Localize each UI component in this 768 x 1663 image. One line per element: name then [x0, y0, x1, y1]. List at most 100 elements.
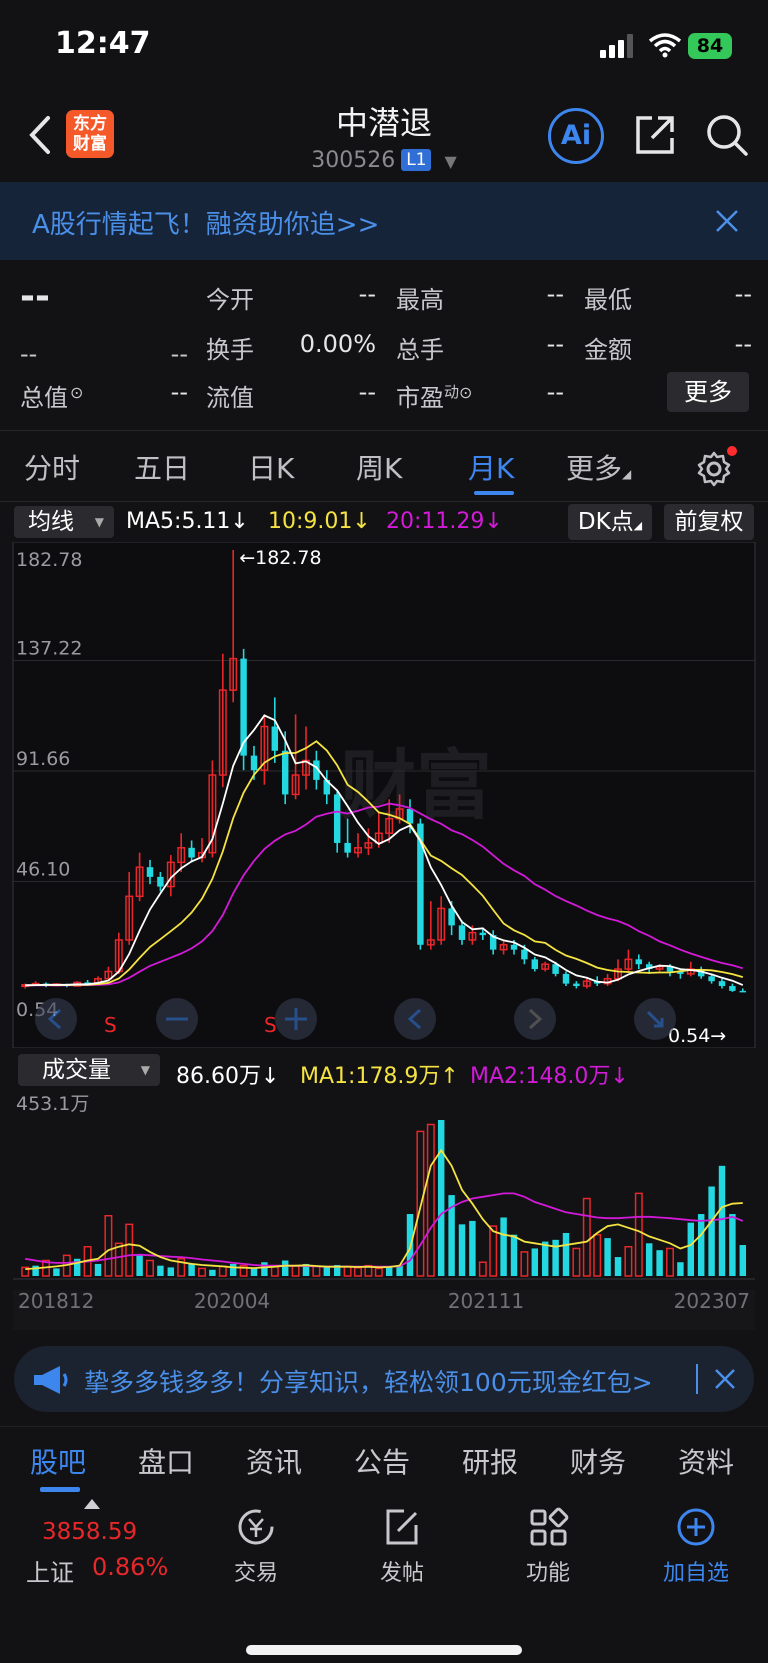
volume-toolbar: 成交量 ▼ 86.60万↓ MA1:178.9万↑ MA2:148.0万↓	[0, 1050, 768, 1090]
volume-ma1: MA1:178.9万↑	[300, 1064, 459, 1089]
field-value: 0.00%	[299, 330, 376, 358]
ma10-value: 10:9.01↓	[268, 509, 371, 534]
info-icon: ⊙	[459, 383, 473, 402]
field-value: --	[734, 330, 752, 358]
tab-daily-k[interactable]: 日K	[248, 447, 294, 487]
index-value[interactable]: 3858.59	[42, 1519, 137, 1545]
battery-icon: 84	[688, 33, 732, 59]
dropdown-icon: ▼	[94, 515, 104, 529]
field-label: 总手	[396, 336, 444, 364]
last-price: --	[20, 276, 50, 317]
volume-bar	[541, 1241, 549, 1276]
volume-bar	[729, 1214, 736, 1276]
ai-button[interactable]: Ai	[548, 108, 604, 164]
volume-chart[interactable]: 453.1万 201812202004202111202307	[0, 1090, 768, 1330]
field-value: --	[734, 280, 752, 308]
index-pct[interactable]: 0.86%	[92, 1553, 168, 1581]
settings-gear-icon[interactable]	[694, 445, 738, 489]
dropdown-icon: ▼	[140, 1063, 150, 1077]
dock-functions[interactable]: 功能	[508, 1505, 588, 1587]
tab-pankou[interactable]: 盘口	[138, 1441, 194, 1481]
index-name[interactable]: 上证	[26, 1553, 74, 1588]
volume-bar	[552, 1239, 559, 1276]
dock-post[interactable]: 发帖	[362, 1505, 442, 1587]
dock-add-watchlist[interactable]: 加自选	[650, 1505, 742, 1587]
promo-banner[interactable]: A股行情起飞！融资助你追>>	[0, 182, 768, 260]
search-icon[interactable]	[704, 112, 750, 158]
volume-bar	[645, 1243, 653, 1276]
y-axis-label: 91.66	[16, 748, 70, 770]
volume-bar	[739, 1245, 747, 1276]
close-icon[interactable]	[714, 208, 740, 234]
tab-intraday[interactable]: 分时	[24, 447, 80, 487]
field-value: --	[358, 280, 376, 308]
volume-bar	[510, 1234, 518, 1276]
price-change-pct: --	[170, 340, 188, 368]
max-price-label: ←182.78	[239, 547, 321, 569]
level-badge: L1	[401, 149, 432, 171]
active-tab-indicator	[40, 1487, 80, 1492]
volume-bar	[188, 1263, 195, 1276]
field-label: 换手	[206, 336, 254, 364]
y-axis-label: 46.10	[16, 859, 70, 881]
tab-news[interactable]: 资讯	[246, 1441, 302, 1481]
volume-bar	[157, 1265, 164, 1276]
volume-bar	[323, 1267, 331, 1276]
volume-bar	[687, 1222, 695, 1276]
share-icon[interactable]	[632, 112, 678, 158]
volume-bar	[53, 1268, 60, 1276]
volume-bar	[261, 1262, 268, 1276]
volume-bar	[708, 1186, 715, 1276]
kline-chart[interactable]: 财富 182.78137.2291.6646.100.54←182.780.54…	[0, 542, 768, 1048]
volume-indicator-select[interactable]: 成交量 ▼	[18, 1054, 160, 1086]
watermark-text: 财富	[340, 744, 492, 829]
tab-guba[interactable]: 股吧	[30, 1441, 86, 1481]
status-time: 12:47	[55, 26, 151, 61]
tab-finance[interactable]: 财务	[570, 1441, 626, 1481]
volume-bar	[281, 1260, 289, 1276]
volume-bar	[136, 1255, 143, 1276]
promo-strip[interactable]: 挚多多钱多多！分享知识，轻松领100元现金红包>	[14, 1346, 754, 1412]
field-value: --	[546, 330, 564, 358]
volume-bar	[469, 1220, 476, 1276]
corner-arrow-icon: ◢	[622, 467, 632, 481]
prev-button	[394, 998, 436, 1040]
y-axis-label: 137.22	[16, 638, 82, 660]
bottom-dock: 3858.59 上证 0.86% 交易 发帖 功能 加自选	[0, 1497, 768, 1663]
tab-five-day[interactable]: 五日	[134, 447, 190, 487]
dk-point-button[interactable]: DK点◢	[568, 504, 652, 540]
volume-ma2: MA2:148.0万↓	[470, 1064, 629, 1089]
edit-icon	[386, 1509, 418, 1545]
tab-research[interactable]: 研报	[462, 1441, 518, 1481]
indicator-select[interactable]: 均线 ▼	[14, 506, 114, 538]
candle	[240, 648, 247, 771]
close-icon[interactable]	[714, 1368, 736, 1390]
chevron-down-icon: ▼	[444, 152, 457, 171]
volume-bar	[209, 1269, 216, 1276]
tab-monthly-k[interactable]: 月K	[468, 447, 514, 487]
volume-bar	[500, 1217, 507, 1276]
volume-bar	[718, 1165, 726, 1276]
promo-text[interactable]: 挚多多钱多多！分享知识，轻松领100元现金红包>	[84, 1363, 704, 1399]
price-change: --	[20, 340, 38, 368]
tab-weekly-k[interactable]: 周K	[356, 447, 402, 487]
tab-announcements[interactable]: 公告	[354, 1441, 410, 1481]
more-button[interactable]: 更多	[667, 372, 749, 412]
adjust-button[interactable]: 前复权	[664, 504, 754, 540]
home-indicator	[246, 1645, 522, 1655]
field-value: --	[358, 378, 376, 406]
volume-bar	[94, 1263, 102, 1276]
divider	[696, 1364, 698, 1394]
tab-more[interactable]: 更多◢	[566, 447, 631, 487]
megaphone-icon	[34, 1366, 68, 1394]
trade-icon	[238, 1509, 274, 1545]
field-value: --	[546, 378, 564, 406]
banner-text[interactable]: A股行情起飞！融资助你追>>	[32, 204, 379, 241]
period-tabs: 分时 五日 日K 周K 月K 更多◢	[0, 430, 768, 502]
dock-trade[interactable]: 交易	[216, 1505, 296, 1587]
min-price-label: 0.54→	[668, 1025, 726, 1047]
field-label: 流值	[206, 384, 254, 412]
field-label: 总值 ⊙	[20, 383, 84, 412]
tab-profile[interactable]: 资料	[678, 1441, 734, 1481]
volume-bar	[656, 1250, 663, 1276]
